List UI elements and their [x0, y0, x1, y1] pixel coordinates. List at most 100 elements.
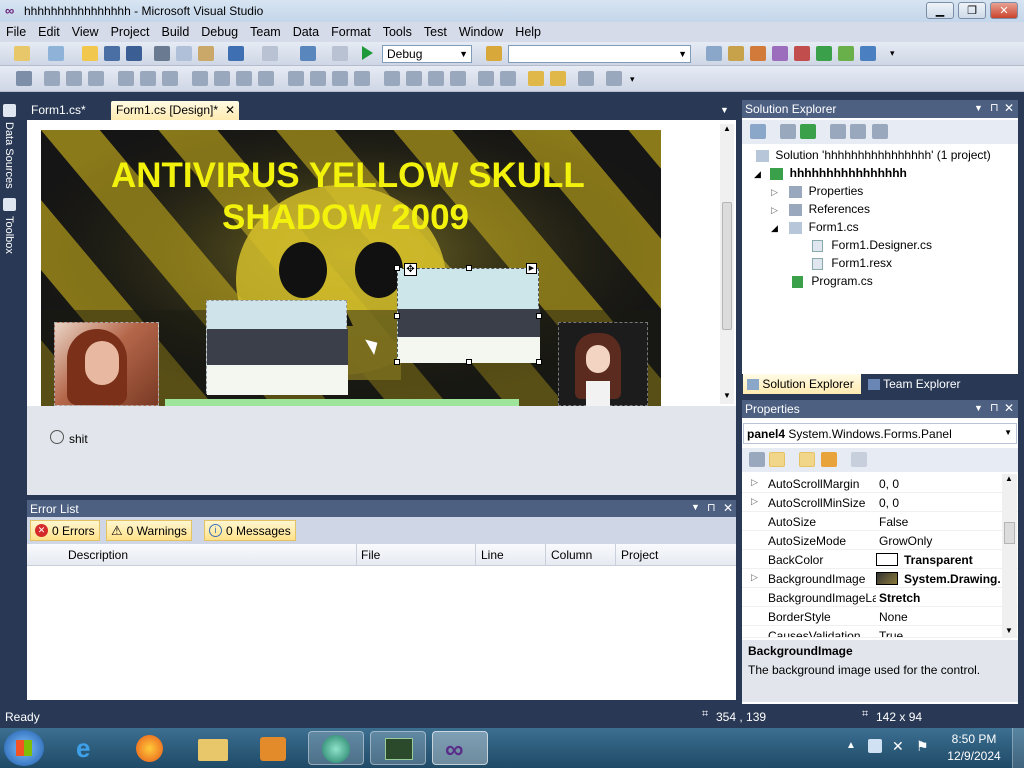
menu-debug[interactable]: Debug	[195, 25, 244, 39]
chevron-down-icon[interactable]: ▼	[974, 403, 983, 413]
menu-project[interactable]: Project	[105, 25, 156, 39]
tree-program-cs[interactable]: Program.cs	[792, 274, 873, 288]
tree-solution[interactable]: Solution 'hhhhhhhhhhhhhhhh' (1 project)	[756, 148, 991, 162]
property-value[interactable]: 0, 0	[879, 496, 899, 510]
designer-vertical-scrollbar[interactable]: ▲ ▼	[720, 124, 734, 404]
tab-solution-explorer[interactable]: Solution Explorer	[743, 374, 861, 394]
taskbar-media-player[interactable]	[246, 731, 302, 765]
decrease-horizontal-spacing-icon[interactable]	[332, 71, 348, 86]
copy-icon[interactable]	[176, 46, 192, 61]
navigate-forward-icon[interactable]	[332, 46, 348, 61]
increase-horizontal-spacing-icon[interactable]	[310, 71, 326, 86]
close-icon[interactable]: ✕	[1004, 101, 1014, 115]
view-designer-icon[interactable]	[850, 124, 866, 139]
save-all-icon[interactable]	[126, 46, 142, 61]
new-project-icon[interactable]	[14, 46, 30, 61]
toolbar-overflow-icon[interactable]: ▾	[630, 74, 635, 85]
toolbox-icon[interactable]	[772, 46, 788, 61]
bring-to-front-icon[interactable]	[528, 71, 544, 86]
object-selector[interactable]: panel4 System.Windows.Forms.Panel ▼	[743, 423, 1017, 444]
send-to-back-icon[interactable]	[550, 71, 566, 86]
navigate-backward-icon[interactable]	[300, 46, 316, 61]
property-row[interactable]: ▷ AutoScrollMinSize 0, 0	[742, 493, 1018, 512]
scroll-up-icon[interactable]: ▲	[1005, 474, 1013, 483]
property-row[interactable]: BackColor Transparent	[742, 550, 1018, 569]
command-window-icon[interactable]	[838, 46, 854, 61]
menu-file[interactable]: File	[0, 25, 32, 39]
menu-view[interactable]: View	[66, 25, 105, 39]
panel4-selected[interactable]: ✥ ▶	[394, 263, 542, 365]
view-code-icon[interactable]	[830, 124, 846, 139]
move-handle-icon[interactable]: ✥	[404, 263, 417, 276]
resize-handle-s[interactable]	[466, 359, 472, 365]
clock[interactable]: 8:50 PM 12/9/2024	[944, 732, 1004, 766]
menu-format[interactable]: Format	[325, 25, 377, 39]
close-icon[interactable]: ✕	[1004, 401, 1014, 415]
taskbar-app-1[interactable]	[308, 731, 364, 765]
property-value[interactable]: Stretch	[879, 591, 920, 605]
property-value[interactable]: None	[879, 610, 908, 624]
volume-muted-icon[interactable]: ✕	[892, 738, 904, 755]
find-in-files-icon[interactable]	[486, 46, 502, 61]
start-page-icon[interactable]	[816, 46, 832, 61]
properties-view-icon[interactable]	[799, 452, 815, 467]
column-description[interactable]: Description	[68, 548, 128, 562]
property-value[interactable]: System.Drawing.	[904, 572, 1001, 586]
property-row[interactable]: CausesValidation True	[742, 626, 1018, 638]
tree-form1-resx[interactable]: Form1.resx	[812, 256, 892, 270]
refresh-icon[interactable]	[800, 124, 816, 139]
close-button[interactable]: ✕	[990, 2, 1018, 19]
property-row[interactable]: ▷ AutoScrollMargin 0, 0	[742, 474, 1018, 493]
show-hidden-icons-icon[interactable]: ▲	[846, 740, 856, 751]
minimize-button[interactable]: ▁	[926, 2, 954, 19]
tree-form1-cs[interactable]: ◢ Form1.cs	[771, 220, 859, 234]
scroll-thumb[interactable]	[722, 202, 732, 330]
align-bottoms-icon[interactable]	[162, 71, 178, 86]
resize-handle-se[interactable]	[536, 359, 542, 365]
scroll-down-icon[interactable]: ▼	[723, 391, 731, 400]
expand-icon[interactable]: ▷	[751, 496, 758, 507]
properties-scrollbar[interactable]: ▲ ▼	[1002, 474, 1017, 638]
tab-form1-design[interactable]: Form1.cs [Design]* ✕	[111, 101, 239, 120]
progress-bar-control[interactable]	[165, 399, 519, 406]
categorized-icon[interactable]	[749, 452, 765, 467]
make-same-width-icon[interactable]	[192, 71, 208, 86]
toolbox-tab[interactable]: Toolbox	[3, 216, 15, 254]
network-icon[interactable]	[868, 739, 882, 753]
column-line[interactable]: Line	[481, 548, 504, 562]
property-row[interactable]: BackgroundImageLa Stretch	[742, 588, 1018, 607]
remove-horizontal-spacing-icon[interactable]	[354, 71, 370, 86]
menu-help[interactable]: Help	[509, 25, 547, 39]
property-value[interactable]: Transparent	[904, 553, 973, 567]
property-value[interactable]: GrowOnly	[879, 534, 932, 548]
find-combo[interactable]: ▼	[508, 45, 691, 63]
warnings-filter-button[interactable]: ⚠ 0 Warnings	[106, 520, 192, 541]
start-debugging-icon[interactable]	[362, 46, 373, 60]
cut-icon[interactable]	[154, 46, 170, 61]
view-class-diagram-icon[interactable]	[872, 124, 888, 139]
column-column[interactable]: Column	[551, 548, 592, 562]
alphabetical-icon[interactable]	[769, 452, 785, 467]
messages-filter-button[interactable]: i 0 Messages	[204, 520, 296, 541]
resize-handle-w[interactable]	[394, 313, 400, 319]
show-desktop-button[interactable]	[1012, 728, 1024, 768]
properties-window-icon[interactable]	[728, 46, 744, 61]
resize-handle-nw[interactable]	[394, 265, 400, 271]
extension-manager-icon[interactable]	[794, 46, 810, 61]
taskbar-visual-studio[interactable]: ∞	[432, 731, 488, 765]
properties-icon[interactable]	[750, 124, 766, 139]
events-lightning-icon[interactable]	[821, 452, 837, 467]
more-windows-icon[interactable]	[860, 46, 876, 61]
column-project[interactable]: Project	[621, 548, 658, 562]
align-centers-icon[interactable]	[66, 71, 82, 86]
close-tab-icon[interactable]: ✕	[225, 103, 235, 117]
remove-vertical-spacing-icon[interactable]	[450, 71, 466, 86]
property-row[interactable]: BorderStyle None	[742, 607, 1018, 626]
solution-configuration-select[interactable]: Debug ▼	[382, 45, 472, 63]
save-icon[interactable]	[104, 46, 120, 61]
size-to-grid-icon[interactable]	[258, 71, 274, 86]
menu-tools[interactable]: Tools	[377, 25, 418, 39]
align-rights-icon[interactable]	[88, 71, 104, 86]
increase-vertical-spacing-icon[interactable]	[406, 71, 422, 86]
tree-properties[interactable]: ▷ Properties	[771, 184, 863, 198]
